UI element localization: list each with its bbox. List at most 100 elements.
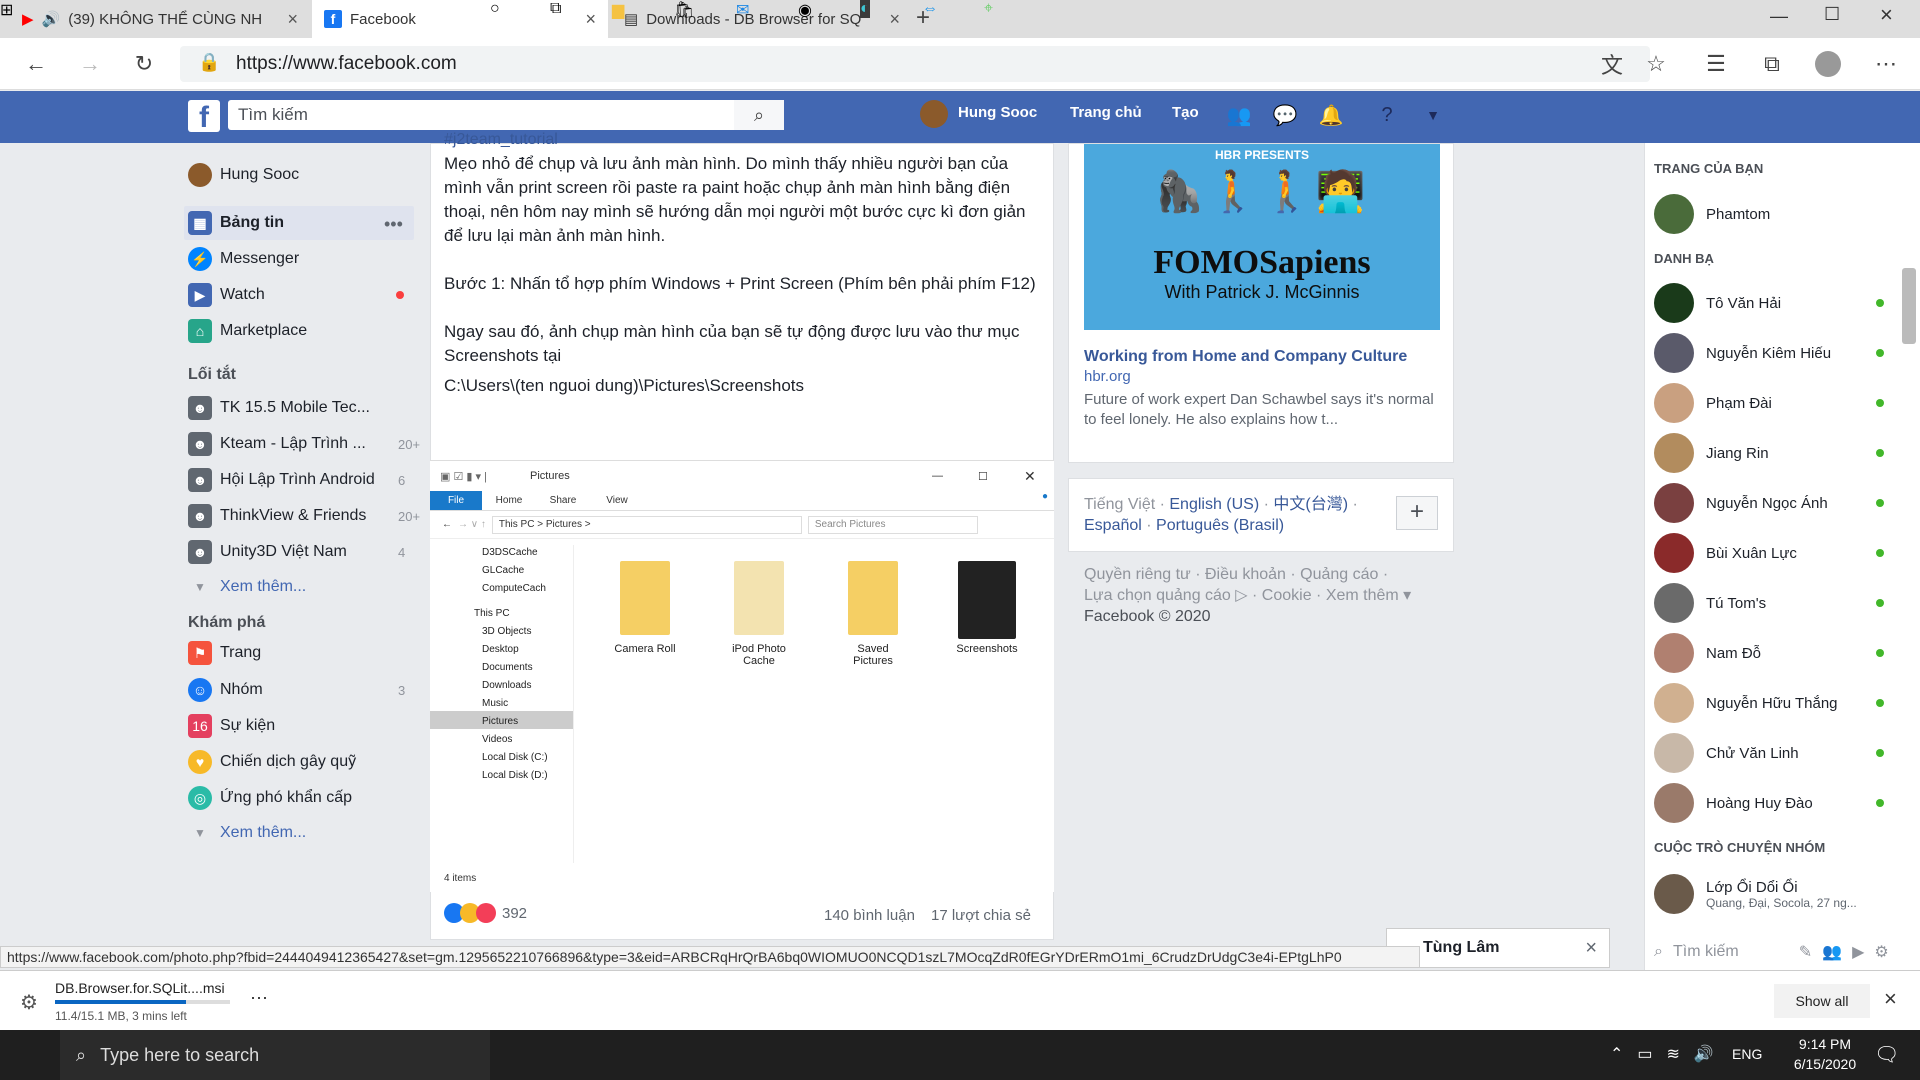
video-icon[interactable]: ▶ [1852, 942, 1864, 962]
favorites-icon[interactable]: ☰ [1700, 48, 1732, 80]
contact-item[interactable]: Phạm Đài [1654, 383, 1884, 423]
minimize-icon[interactable]: — [1770, 6, 1788, 27]
collections-icon[interactable]: ⧉ [1756, 48, 1788, 80]
page-scrollbar[interactable] [1902, 268, 1916, 344]
sidebar-item-marketplace[interactable]: ⌂ Marketplace [188, 316, 307, 346]
window-close-icon[interactable]: × [1880, 2, 1893, 28]
mail-icon[interactable]: ✉ [736, 0, 749, 20]
contact-item[interactable]: Chử Văn Linh [1654, 733, 1884, 773]
sidebar-item-messenger[interactable]: ⚡ Messenger [188, 244, 299, 274]
add-language-button[interactable]: + [1396, 496, 1438, 530]
speaker-icon[interactable]: 🔊 [42, 10, 61, 28]
contact-item[interactable]: Tú Tom's [1654, 583, 1884, 623]
footer-links[interactable]: Quyền riêng tư · Điều khoản · Quảng cáo … [1084, 564, 1411, 627]
notifications-icon[interactable]: 🗨 [1874, 1042, 1899, 1067]
edge-icon[interactable]: ◐ [860, 0, 870, 18]
new-group-icon[interactable]: 👥 [1822, 942, 1842, 962]
fb-create-link[interactable]: Tạo [1172, 104, 1199, 121]
footer-line[interactable]: Quyền riêng tư · Điều khoản · Quảng cáo … [1084, 564, 1411, 585]
download-filename[interactable]: DB.Browser.for.SQLit....msi [55, 980, 225, 996]
maps-icon[interactable]: ⌖ [984, 0, 993, 18]
settings-gear-icon[interactable]: ⚙ [1874, 942, 1888, 962]
ad-image[interactable]: HBR PRESENTS 🦍🚶🚶🧑‍💻 FOMOSapiens With Pat… [1084, 144, 1440, 330]
contact-item[interactable]: Nguyễn Kiêm Hiếu [1654, 333, 1884, 373]
refresh-icon[interactable]: ↻ [128, 48, 160, 80]
compose-icon[interactable]: ✎ [1799, 942, 1812, 962]
cortana-icon[interactable]: ○ [490, 0, 500, 18]
sidebar-item-shortcut[interactable]: ☻ ThinkView & Friends 20+ [188, 501, 420, 531]
task-view-icon[interactable]: ⧉ [550, 0, 561, 18]
more-options-icon[interactable]: ••• [384, 214, 403, 235]
comments-count[interactable]: 140 bình luận [824, 907, 915, 924]
more-icon[interactable]: ⋯ [250, 988, 268, 1009]
ad-domain[interactable]: hbr.org [1084, 368, 1131, 385]
close-icon[interactable]: × [287, 9, 298, 30]
back-icon[interactable]: ← [20, 48, 52, 80]
taskbar-search[interactable]: ⌕ Type here to search [60, 1030, 490, 1080]
fb-search-input[interactable]: Tìm kiếm [228, 100, 784, 130]
clock[interactable]: 9:14 PM 6/15/2020 [1790, 1034, 1860, 1074]
store-icon[interactable]: 🛍 [674, 0, 694, 20]
left-profile-link[interactable]: Hung Sooc [188, 160, 299, 190]
maximize-icon[interactable]: ☐ [1824, 4, 1840, 25]
translate-icon[interactable]: 文 [1596, 48, 1628, 80]
chevron-down-icon[interactable]: ▼ [1420, 102, 1446, 128]
sidebar-item-events[interactable]: 16 Sự kiện [188, 711, 275, 741]
sidebar-item-shortcut[interactable]: ☻ Hội Lập Trình Android 6 [188, 465, 418, 495]
sidebar-item-pages[interactable]: ⚑ Trang [188, 638, 261, 668]
sidebar-item-shortcut[interactable]: ☻ TK 15.5 Mobile Tec... [188, 393, 370, 423]
language-link[interactable]: 中文(台灣) [1273, 496, 1348, 513]
post-image[interactable]: ▣ ☑ ▮ ▾ | Pictures — ☐ ✕ File Home Share… [430, 460, 1054, 892]
input-language[interactable]: ENG [1732, 1046, 1762, 1062]
post-hashtag[interactable]: #j2team_tutorial [444, 131, 558, 149]
contact-item[interactable]: Nam Đỗ [1654, 633, 1884, 673]
lock-icon[interactable]: 🔒 [198, 52, 220, 73]
language-link[interactable]: Português (Brasil) [1156, 517, 1284, 534]
footer-line[interactable]: Lựa chọn quảng cáo ▷ · Cookie · Xem thêm… [1084, 585, 1411, 606]
notifications-icon[interactable]: 🔔 [1318, 102, 1344, 128]
avatar[interactable] [920, 100, 948, 128]
forward-icon[interactable]: → [74, 48, 106, 80]
contact-item[interactable]: Nguyễn Hữu Thắng [1654, 683, 1884, 723]
page-item[interactable]: Phamtom [1654, 194, 1884, 234]
fb-profile-link[interactable]: Hung Sooc [958, 104, 1037, 121]
sidebar-item-crisis-response[interactable]: ◎ Ứng phó khẩn cấp [188, 783, 352, 813]
sidebar-item-groups[interactable]: ☺ Nhóm 3 [188, 675, 418, 705]
contact-item[interactable]: Jiang Rin [1654, 433, 1884, 473]
file-explorer-icon[interactable]: ▆ [612, 0, 624, 20]
close-icon[interactable]: × [889, 9, 900, 30]
teamviewer-icon[interactable]: ⇔ [922, 0, 938, 18]
contact-item[interactable]: Bùi Xuân Lực [1654, 533, 1884, 573]
reactions-summary[interactable]: 392 [444, 903, 527, 923]
show-all-button[interactable]: Show all [1774, 984, 1870, 1018]
profile-avatar[interactable] [1812, 48, 1844, 80]
friend-requests-icon[interactable]: 👥 [1226, 102, 1252, 128]
tab-youtube[interactable]: ▶ 🔊 (39) KHÔNG THỂ CÙNG NH × [10, 0, 310, 38]
fb-home-link[interactable]: Trang chủ [1070, 104, 1142, 121]
see-more-link[interactable]: ▼ Xem thêm... [188, 572, 306, 602]
sidebar-item-watch[interactable]: ▶ Watch [188, 280, 265, 310]
windows-start-icon[interactable]: ⊞ [0, 0, 13, 20]
close-icon[interactable]: × [585, 9, 596, 30]
group-chat-item[interactable]: Lớp Ổi Dổi Ổi Quang, Đại, Socola, 27 ng.… [1654, 874, 1884, 914]
favorite-star-icon[interactable]: ☆ [1640, 48, 1672, 80]
chat-search[interactable]: ⌕ Tìm kiếm ✎ 👥 ▶ ⚙ [1654, 942, 1889, 962]
sidebar-item-fundraisers[interactable]: ♥ Chiến dịch gây quỹ [188, 747, 356, 777]
tab-facebook[interactable]: f Facebook × [312, 0, 608, 38]
language-link[interactable]: Español [1084, 517, 1142, 534]
facebook-logo-icon[interactable]: f [188, 100, 220, 134]
contact-item[interactable]: Tô Văn Hải [1654, 283, 1884, 323]
contact-item[interactable]: Nguyễn Ngọc Ánh [1654, 483, 1884, 523]
close-icon[interactable]: × [1884, 986, 1897, 1012]
contact-item[interactable]: Hoàng Huy Đào [1654, 783, 1884, 823]
more-icon[interactable]: ⋯ [1870, 48, 1902, 80]
shares-count[interactable]: 17 lượt chia sẻ [931, 907, 1031, 924]
url-input[interactable]: https://www.facebook.com [180, 46, 1650, 82]
search-icon[interactable]: ⌕ [734, 100, 784, 130]
sidebar-item-news-feed[interactable]: ▦ Bảng tin [188, 208, 284, 238]
sidebar-item-shortcut[interactable]: ☻ Unity3D Việt Nam 4 [188, 537, 418, 567]
chrome-icon[interactable]: ◉ [798, 0, 812, 20]
close-icon[interactable]: × [1585, 937, 1597, 960]
messenger-icon[interactable]: 💬 [1272, 102, 1298, 128]
sidebar-item-shortcut[interactable]: ☻ Kteam - Lập Trình ... 20+ [188, 429, 420, 459]
